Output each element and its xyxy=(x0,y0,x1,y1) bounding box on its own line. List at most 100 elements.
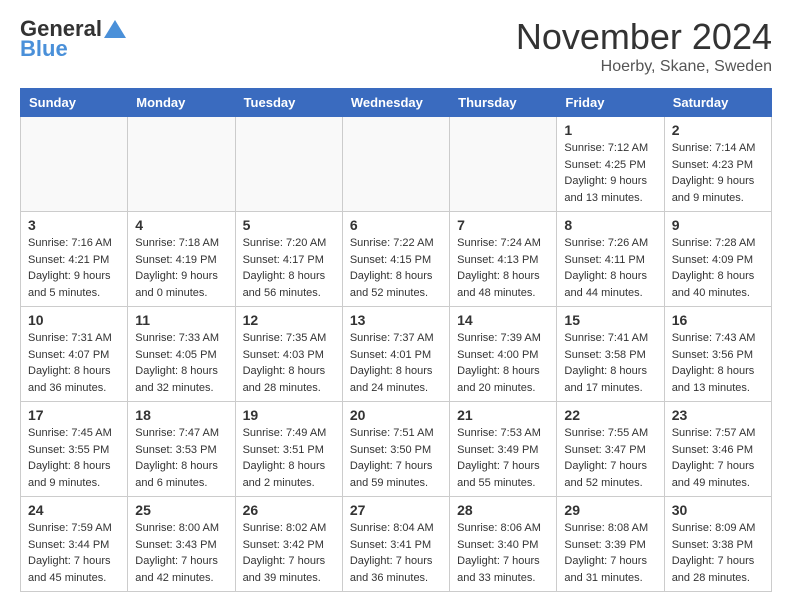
calendar-cell: 27Sunrise: 8:04 AMSunset: 3:41 PMDayligh… xyxy=(342,497,449,592)
day-number: 21 xyxy=(457,407,549,423)
day-info: Sunrise: 7:53 AMSunset: 3:49 PMDaylight:… xyxy=(457,425,549,491)
day-number: 28 xyxy=(457,502,549,518)
calendar-cell xyxy=(450,117,557,212)
day-info: Sunrise: 7:18 AMSunset: 4:19 PMDaylight:… xyxy=(135,235,227,301)
day-info: Sunrise: 7:55 AMSunset: 3:47 PMDaylight:… xyxy=(564,425,656,491)
day-info: Sunrise: 7:49 AMSunset: 3:51 PMDaylight:… xyxy=(243,425,335,491)
day-number: 24 xyxy=(28,502,120,518)
calendar-cell xyxy=(21,117,128,212)
calendar-cell: 9 Sunrise: 7:28 AMSunset: 4:09 PMDaylight… xyxy=(664,212,771,307)
location-subtitle: Hoerby, Skane, Sweden xyxy=(516,58,772,76)
calendar-cell: 18 Sunrise: 7:47 AMSunset: 3:53 PMDayligh… xyxy=(128,402,235,497)
calendar-cell: 13 Sunrise: 7:37 AMSunset: 4:01 PMDayligh… xyxy=(342,307,449,402)
calendar-week-4: 24 Sunrise: 7:59 AMSunset: 3:44 PMDayligh… xyxy=(21,497,772,592)
day-number: 1 xyxy=(564,122,656,138)
calendar-cell: 23 Sunrise: 7:57 AMSunset: 3:46 PMDayligh… xyxy=(664,402,771,497)
calendar-cell: 15 Sunrise: 7:41 AMSunset: 3:58 PMDayligh… xyxy=(557,307,664,402)
calendar-cell: 20Sunrise: 7:51 AMSunset: 3:50 PMDayligh… xyxy=(342,402,449,497)
day-info: Sunrise: 7:26 AMSunset: 4:11 PMDaylight:… xyxy=(564,235,656,301)
calendar-cell: 5Sunrise: 7:20 AMSunset: 4:17 PMDaylight… xyxy=(235,212,342,307)
calendar-week-1: 3 Sunrise: 7:16 AMSunset: 4:21 PMDaylight… xyxy=(21,212,772,307)
calendar-cell: 30Sunrise: 8:09 AMSunset: 3:38 PMDayligh… xyxy=(664,497,771,592)
page-container: General Blue November 2024 Hoerby, Skane… xyxy=(0,0,792,608)
calendar-cell xyxy=(128,117,235,212)
day-info: Sunrise: 7:39 AMSunset: 4:00 PMDaylight:… xyxy=(457,330,549,396)
col-header-thursday: Thursday xyxy=(450,89,557,117)
calendar-week-3: 17 Sunrise: 7:45 AMSunset: 3:55 PMDayligh… xyxy=(21,402,772,497)
day-info: Sunrise: 7:41 AMSunset: 3:58 PMDaylight:… xyxy=(564,330,656,396)
day-number: 6 xyxy=(350,217,442,233)
calendar-cell: 26Sunrise: 8:02 AMSunset: 3:42 PMDayligh… xyxy=(235,497,342,592)
day-number: 22 xyxy=(564,407,656,423)
calendar-cell: 22 Sunrise: 7:55 AMSunset: 3:47 PMDayligh… xyxy=(557,402,664,497)
day-number: 15 xyxy=(564,312,656,328)
calendar-cell: 16 Sunrise: 7:43 AMSunset: 3:56 PMDayligh… xyxy=(664,307,771,402)
logo-blue-text: Blue xyxy=(20,36,68,62)
day-number: 16 xyxy=(672,312,764,328)
day-number: 14 xyxy=(457,312,549,328)
calendar-cell: 4 Sunrise: 7:18 AMSunset: 4:19 PMDaylight… xyxy=(128,212,235,307)
day-info: Sunrise: 8:02 AMSunset: 3:42 PMDaylight:… xyxy=(243,520,335,586)
calendar-cell: 8Sunrise: 7:26 AMSunset: 4:11 PMDaylight… xyxy=(557,212,664,307)
day-info: Sunrise: 7:16 AMSunset: 4:21 PMDaylight:… xyxy=(28,235,120,301)
day-info: Sunrise: 7:35 AMSunset: 4:03 PMDaylight:… xyxy=(243,330,335,396)
month-title: November 2024 xyxy=(516,16,772,58)
day-info: Sunrise: 7:22 AMSunset: 4:15 PMDaylight:… xyxy=(350,235,442,301)
day-number: 2 xyxy=(672,122,764,138)
day-number: 17 xyxy=(28,407,120,423)
day-info: Sunrise: 8:00 AMSunset: 3:43 PMDaylight:… xyxy=(135,520,227,586)
day-info: Sunrise: 7:24 AMSunset: 4:13 PMDaylight:… xyxy=(457,235,549,301)
calendar-cell xyxy=(342,117,449,212)
col-header-wednesday: Wednesday xyxy=(342,89,449,117)
day-info: Sunrise: 7:14 AMSunset: 4:23 PMDaylight:… xyxy=(672,140,764,206)
calendar-cell: 1 Sunrise: 7:12 AMSunset: 4:25 PMDaylight… xyxy=(557,117,664,212)
day-number: 29 xyxy=(564,502,656,518)
logo: General Blue xyxy=(20,16,126,62)
day-info: Sunrise: 8:06 AMSunset: 3:40 PMDaylight:… xyxy=(457,520,549,586)
day-info: Sunrise: 7:59 AMSunset: 3:44 PMDaylight:… xyxy=(28,520,120,586)
day-info: Sunrise: 7:43 AMSunset: 3:56 PMDaylight:… xyxy=(672,330,764,396)
day-info: Sunrise: 7:57 AMSunset: 3:46 PMDaylight:… xyxy=(672,425,764,491)
calendar-cell: 14 Sunrise: 7:39 AMSunset: 4:00 PMDayligh… xyxy=(450,307,557,402)
day-number: 10 xyxy=(28,312,120,328)
logo-icon xyxy=(104,20,126,38)
calendar-cell: 12Sunrise: 7:35 AMSunset: 4:03 PMDayligh… xyxy=(235,307,342,402)
day-info: Sunrise: 7:37 AMSunset: 4:01 PMDaylight:… xyxy=(350,330,442,396)
calendar-cell: 7 Sunrise: 7:24 AMSunset: 4:13 PMDaylight… xyxy=(450,212,557,307)
day-number: 23 xyxy=(672,407,764,423)
calendar-cell: 21 Sunrise: 7:53 AMSunset: 3:49 PMDayligh… xyxy=(450,402,557,497)
day-info: Sunrise: 7:47 AMSunset: 3:53 PMDaylight:… xyxy=(135,425,227,491)
calendar-week-0: 1 Sunrise: 7:12 AMSunset: 4:25 PMDaylight… xyxy=(21,117,772,212)
day-info: Sunrise: 7:12 AMSunset: 4:25 PMDaylight:… xyxy=(564,140,656,206)
day-info: Sunrise: 7:20 AMSunset: 4:17 PMDaylight:… xyxy=(243,235,335,301)
day-info: Sunrise: 7:33 AMSunset: 4:05 PMDaylight:… xyxy=(135,330,227,396)
calendar-header-row: SundayMondayTuesdayWednesdayThursdayFrid… xyxy=(21,89,772,117)
day-number: 27 xyxy=(350,502,442,518)
day-number: 25 xyxy=(135,502,227,518)
title-block: November 2024 Hoerby, Skane, Sweden xyxy=(516,16,772,76)
page-header: General Blue November 2024 Hoerby, Skane… xyxy=(20,16,772,76)
day-number: 13 xyxy=(350,312,442,328)
day-number: 3 xyxy=(28,217,120,233)
day-number: 20 xyxy=(350,407,442,423)
day-number: 7 xyxy=(457,217,549,233)
calendar-table: SundayMondayTuesdayWednesdayThursdayFrid… xyxy=(20,88,772,592)
day-info: Sunrise: 8:09 AMSunset: 3:38 PMDaylight:… xyxy=(672,520,764,586)
day-info: Sunrise: 8:08 AMSunset: 3:39 PMDaylight:… xyxy=(564,520,656,586)
day-number: 19 xyxy=(243,407,335,423)
day-number: 18 xyxy=(135,407,227,423)
col-header-sunday: Sunday xyxy=(21,89,128,117)
col-header-saturday: Saturday xyxy=(664,89,771,117)
calendar-cell: 24 Sunrise: 7:59 AMSunset: 3:44 PMDayligh… xyxy=(21,497,128,592)
col-header-monday: Monday xyxy=(128,89,235,117)
day-info: Sunrise: 7:45 AMSunset: 3:55 PMDaylight:… xyxy=(28,425,120,491)
calendar-cell: 10 Sunrise: 7:31 AMSunset: 4:07 PMDayligh… xyxy=(21,307,128,402)
day-number: 9 xyxy=(672,217,764,233)
day-info: Sunrise: 7:28 AMSunset: 4:09 PMDaylight:… xyxy=(672,235,764,301)
calendar-cell: 2 Sunrise: 7:14 AMSunset: 4:23 PMDaylight… xyxy=(664,117,771,212)
calendar-cell: 25 Sunrise: 8:00 AMSunset: 3:43 PMDayligh… xyxy=(128,497,235,592)
day-info: Sunrise: 7:31 AMSunset: 4:07 PMDaylight:… xyxy=(28,330,120,396)
col-header-tuesday: Tuesday xyxy=(235,89,342,117)
day-number: 4 xyxy=(135,217,227,233)
day-number: 11 xyxy=(135,312,227,328)
